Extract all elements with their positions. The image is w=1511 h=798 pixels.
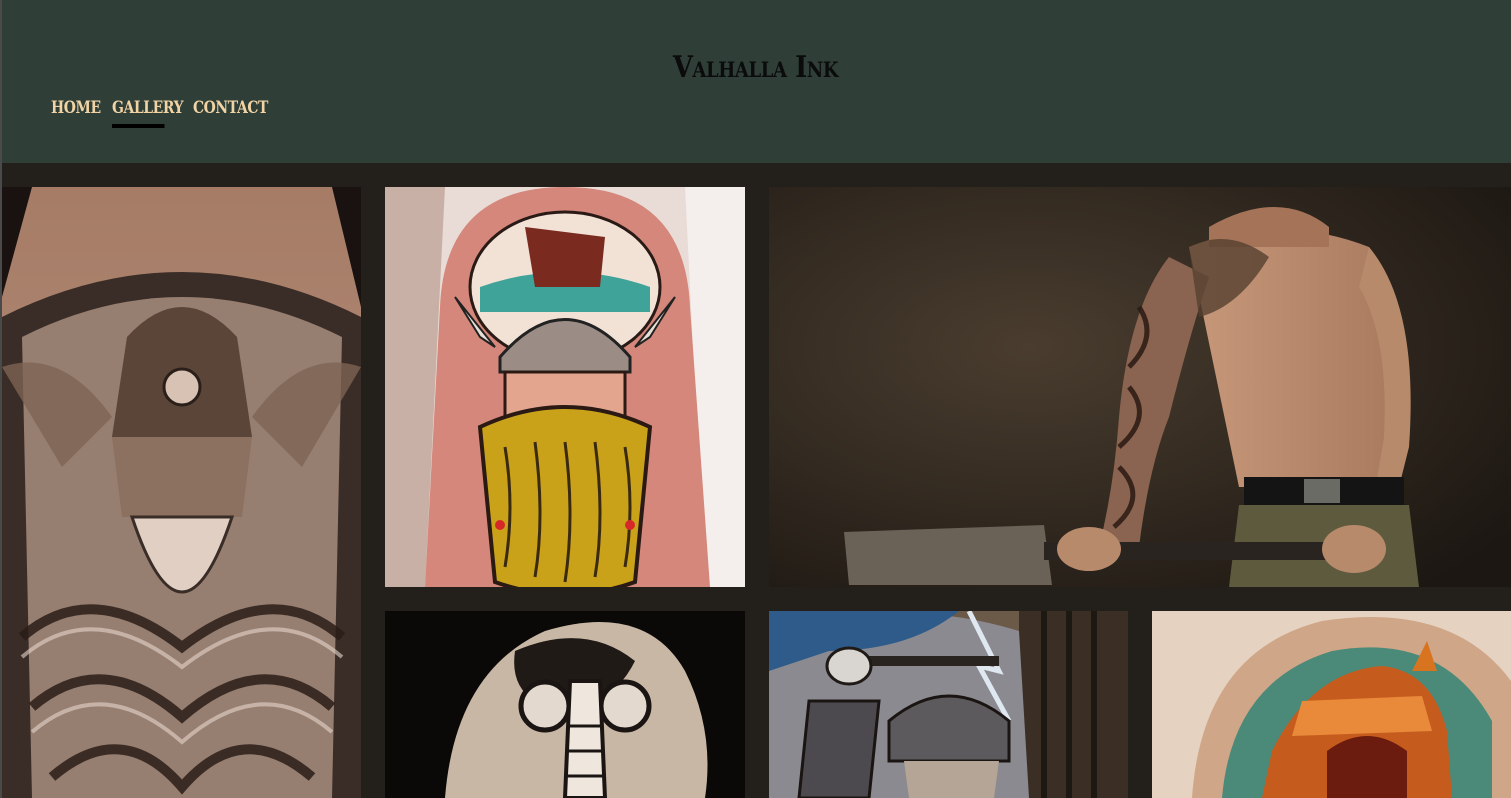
page: Valhalla Ink HOME GALLERY CONTACT bbox=[0, 0, 1511, 798]
gallery-image-color-helmet-shoulder[interactable] bbox=[1152, 611, 1511, 798]
window-edge bbox=[0, 0, 2, 798]
gallery-image-viking-warrior-sleeve[interactable] bbox=[769, 611, 1128, 798]
gallery-image-viking-back-tattoo[interactable] bbox=[2, 187, 361, 798]
site-title[interactable]: Valhalla Ink bbox=[106, 50, 1405, 85]
nav-home-link[interactable]: HOME bbox=[51, 98, 101, 128]
gallery-image-viking-arm-tattoo[interactable] bbox=[385, 187, 745, 587]
nav-contact-link[interactable]: CONTACT bbox=[193, 98, 268, 128]
viking-warrior-sleeve-image bbox=[769, 611, 1128, 798]
gallery-image-tattooed-man-cleaver[interactable] bbox=[769, 187, 1511, 587]
viking-arm-tattoo-image bbox=[385, 187, 745, 587]
site-header: Valhalla Ink HOME GALLERY CONTACT bbox=[0, 0, 1511, 163]
gallery-image-norse-shoulder-tattoo[interactable] bbox=[385, 611, 745, 798]
color-helmet-shoulder-image bbox=[1152, 611, 1511, 798]
viking-back-tattoo-image bbox=[2, 187, 361, 798]
tattooed-man-cleaver-image bbox=[769, 187, 1511, 587]
nav-gallery-link[interactable]: GALLERY bbox=[112, 98, 184, 128]
norse-shoulder-tattoo-image bbox=[385, 611, 745, 798]
main-nav: HOME GALLERY CONTACT bbox=[51, 98, 268, 128]
